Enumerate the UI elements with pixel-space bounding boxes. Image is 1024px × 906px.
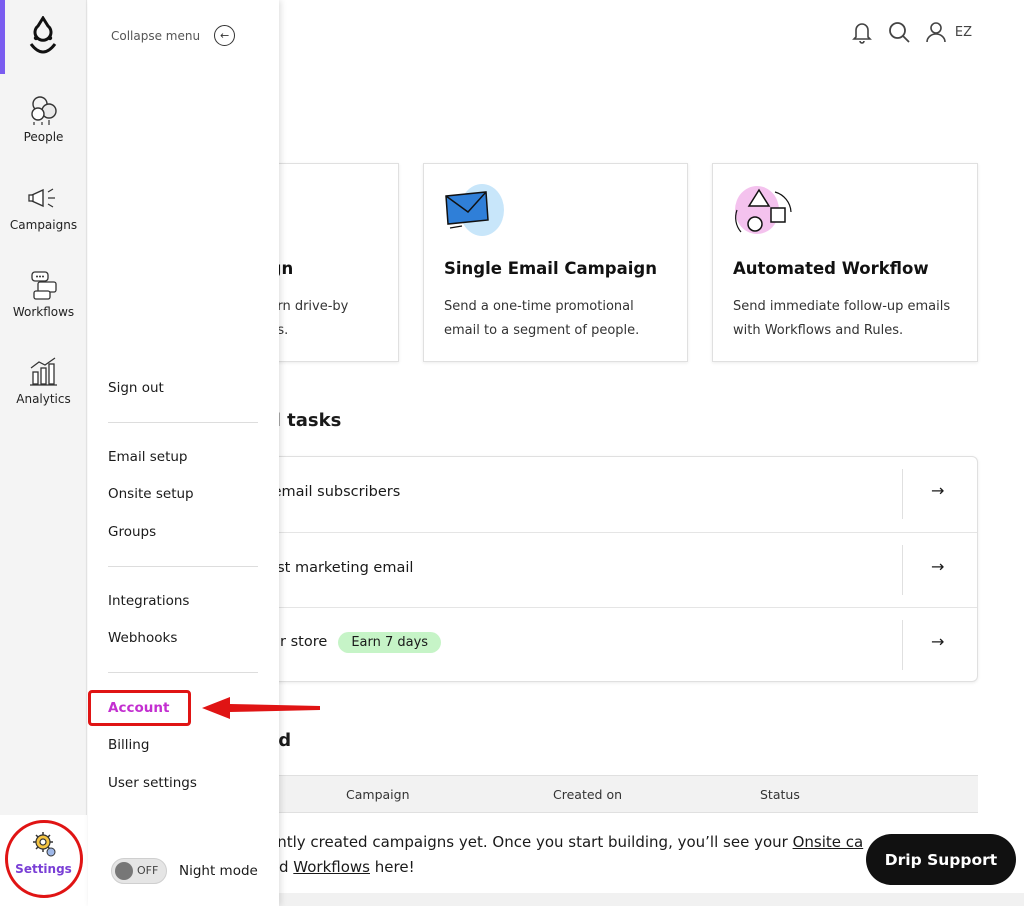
card-description: Send immediate follow-up emails with Wor…: [733, 295, 950, 343]
toggle-knob: [115, 862, 133, 880]
column-header-campaign[interactable]: Campaign: [346, 787, 410, 802]
left-rail: People Campaigns Workflows Analytics Set…: [0, 0, 87, 906]
user-icon[interactable]: [924, 20, 948, 44]
settings-menu: Collapse menu ← Sign out Email setup Ons…: [88, 0, 279, 906]
workflows-link[interactable]: Workflows: [293, 858, 370, 876]
menu-item-sign-out[interactable]: Sign out: [108, 380, 164, 396]
task-text-wrap: our store Earn 7 days: [262, 632, 442, 653]
menu-item-integrations[interactable]: Integrations: [108, 593, 189, 609]
rail-item-campaigns[interactable]: Campaigns: [0, 182, 87, 232]
menu-item-email-setup[interactable]: Email setup: [108, 449, 188, 465]
arrow-right-icon[interactable]: →: [931, 481, 944, 500]
menu-item-user-settings[interactable]: User settings: [108, 775, 197, 791]
horizontal-scrollbar[interactable]: [279, 893, 1024, 906]
toggle-state-label: OFF: [137, 864, 159, 877]
analytics-icon: [29, 357, 57, 386]
red-arrow-annotation-icon: [202, 697, 320, 719]
night-mode-toggle[interactable]: OFF: [111, 858, 167, 884]
menu-item-billing[interactable]: Billing: [108, 737, 149, 753]
user-initials[interactable]: EZ: [955, 25, 972, 40]
active-indicator: [0, 0, 5, 74]
task-separator: [902, 620, 903, 670]
people-icon: [30, 96, 57, 125]
campaign-card-workflow[interactable]: Automated Workflow Send immediate follow…: [712, 163, 978, 362]
night-mode-row: OFF Night mode: [111, 858, 258, 884]
collapse-menu[interactable]: Collapse menu ←: [111, 25, 236, 46]
earn-badge: Earn 7 days: [338, 632, 442, 653]
task-row[interactable]: first marketing email →: [242, 532, 977, 607]
card-title: Automated Workflow: [733, 259, 929, 278]
envelope-icon: [445, 184, 504, 236]
task-row[interactable]: r email subscribers →: [242, 457, 977, 532]
rail-label-campaigns: Campaigns: [9, 218, 78, 232]
search-icon[interactable]: [887, 20, 911, 44]
collapse-menu-label: Collapse menu: [111, 28, 201, 43]
bell-icon[interactable]: [850, 20, 874, 44]
menu-item-webhooks[interactable]: Webhooks: [108, 630, 177, 646]
megaphone-icon: [27, 188, 55, 208]
card-desc-line: with Workflows and Rules.: [733, 323, 904, 338]
rail-label-analytics: Analytics: [16, 392, 71, 406]
settings-highlight-circle: [5, 820, 83, 898]
menu-item-account[interactable]: Account: [108, 700, 169, 716]
campaign-table-header: Campaign Created on Status: [241, 775, 978, 813]
arrow-right-icon[interactable]: →: [931, 632, 944, 651]
task-list: r email subscribers → first marketing em…: [241, 456, 978, 682]
arrow-right-icon[interactable]: →: [931, 557, 944, 576]
menu-divider: [108, 566, 258, 567]
card-desc-line: Send immediate follow-up emails: [733, 299, 951, 314]
empty-text: here!: [370, 858, 415, 876]
header-toolbar: EZ: [850, 20, 972, 44]
night-mode-label: Night mode: [179, 863, 258, 879]
card-description: Send a one-time promotional email to a s…: [444, 295, 639, 343]
arrow-left-icon[interactable]: ←: [214, 25, 236, 46]
rail-item-analytics[interactable]: Analytics: [0, 356, 87, 406]
card-desc-line: email to a segment of people.: [444, 323, 640, 338]
empty-text: d: [279, 858, 294, 876]
column-header-status[interactable]: Status: [760, 787, 800, 802]
menu-item-groups[interactable]: Groups: [108, 524, 156, 540]
onsite-campaigns-link[interactable]: Onsite ca: [793, 833, 864, 851]
workflow-icon: [30, 271, 57, 300]
task-row[interactable]: our store Earn 7 days →: [242, 607, 977, 682]
rail-label-people: People: [23, 130, 64, 144]
task-text: r email subscribers: [262, 484, 401, 500]
menu-divider: [108, 422, 258, 423]
column-header-created-on[interactable]: Created on: [553, 787, 622, 802]
drip-logo-icon[interactable]: [26, 16, 60, 58]
task-separator: [902, 545, 903, 595]
card-title: Single Email Campaign: [444, 259, 657, 278]
empty-text: ently created campaigns yet. Once you st…: [268, 833, 793, 851]
task-separator: [902, 469, 903, 519]
task-text: first marketing email: [262, 560, 414, 576]
drip-support-button[interactable]: Drip Support: [866, 834, 1016, 885]
rail-item-people[interactable]: People: [0, 94, 87, 144]
card-desc-line: Send a one-time promotional: [444, 299, 634, 314]
campaign-card-single-email[interactable]: Single Email Campaign Send a one-time pr…: [423, 163, 688, 362]
menu-item-onsite-setup[interactable]: Onsite setup: [108, 486, 194, 502]
menu-divider: [108, 672, 258, 673]
rail-item-workflows[interactable]: Workflows: [0, 269, 87, 319]
rail-label-workflows: Workflows: [12, 305, 75, 319]
workflow-shapes-icon: [735, 186, 792, 234]
